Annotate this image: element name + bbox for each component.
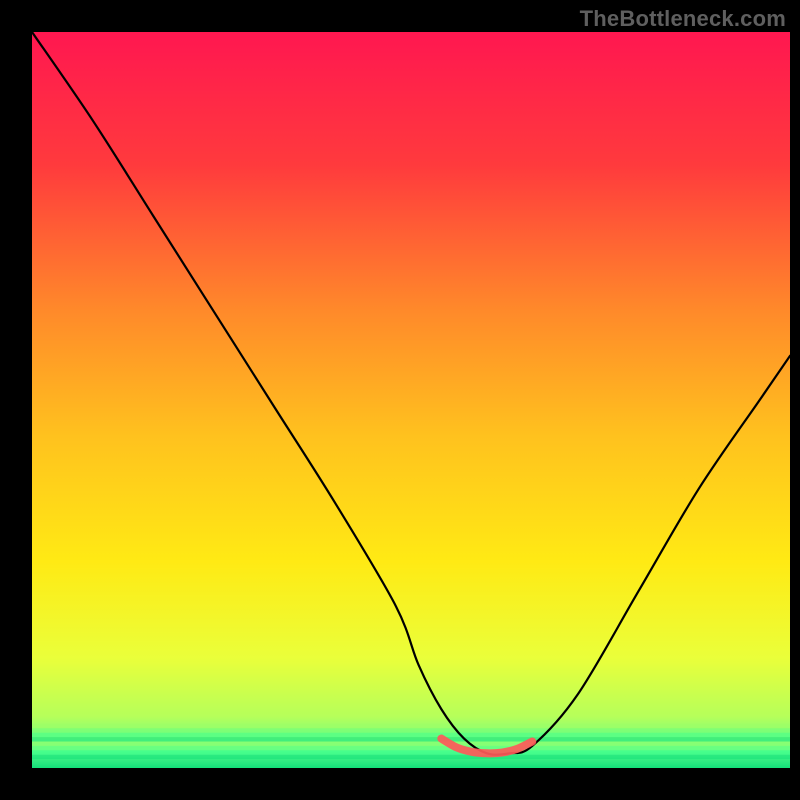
bottom-band: [32, 750, 790, 754]
chart-svg: [32, 32, 790, 768]
bottom-band: [32, 724, 790, 728]
bottom-band: [32, 737, 790, 741]
watermark-text: TheBottleneck.com: [580, 6, 786, 32]
chart-frame: TheBottleneck.com: [0, 0, 800, 800]
bottom-band: [32, 728, 790, 732]
bottom-band: [32, 742, 790, 746]
plot-area: [32, 32, 790, 768]
gradient-background: [32, 32, 790, 768]
bottom-band: [32, 733, 790, 737]
bottom-band: [32, 746, 790, 750]
bottom-band: [32, 755, 790, 759]
